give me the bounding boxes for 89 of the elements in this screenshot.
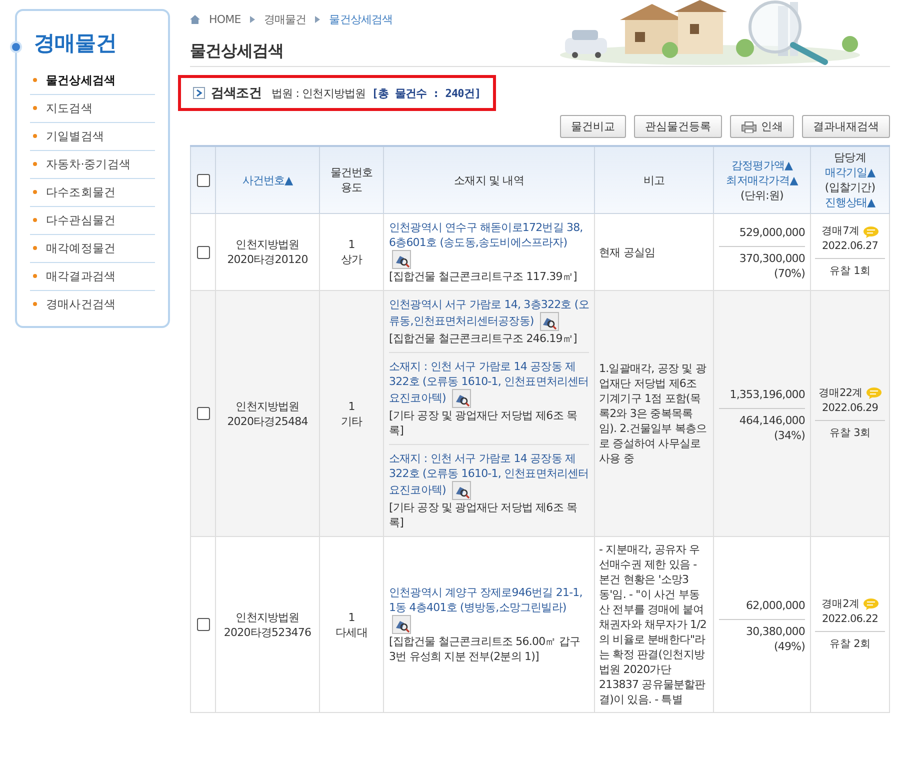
remark-text: 1.일괄매각, 공장 및 광업재단 저당법 제6조 기계기구 1점 포함(목록2와 3은 중복목록임). 2.건물일부 복층으로 증설하여 사무실로 사용 중: [599, 361, 708, 466]
case-number: 2020타경523476: [222, 624, 312, 640]
sidebar-item[interactable]: 경매사건검색: [30, 291, 155, 318]
row-checkbox[interactable]: [196, 407, 210, 420]
appraisal-price: 529,000,000: [719, 219, 805, 247]
address-link[interactable]: 소재지 : 인천 서구 가람로 14 공장동 제322호 (오류동 1610-1, 인천표면처리센터요진코아텍): [389, 359, 589, 408]
usage-type: 상가: [340, 252, 364, 267]
map-search-icon[interactable]: [540, 312, 559, 331]
total-count: [총 물건수 : 240건]: [372, 86, 481, 100]
progress-status: 유찰 3회: [828, 426, 872, 440]
appraisal-price: 1,353,196,000: [719, 380, 805, 408]
page-title: 물건상세검색: [190, 41, 285, 62]
usage-type: 기타: [340, 414, 364, 428]
condition-label: 검색조건: [211, 85, 262, 102]
row-checkbox[interactable]: [196, 618, 210, 632]
sidebar-item[interactable]: 다수조회물건: [30, 179, 155, 207]
map-search-icon[interactable]: [452, 389, 471, 408]
court-name: 인천지방법원: [234, 398, 300, 414]
price-ratio: (34%): [772, 428, 805, 442]
toolbar-button[interactable]: 인쇄: [730, 115, 794, 138]
map-search-icon[interactable]: [392, 615, 411, 634]
case-number: 2020타경25484: [226, 414, 309, 428]
minimum-price: 30,380,000: [745, 624, 805, 638]
sortable-header[interactable]: 최저매각가격▲: [716, 172, 808, 188]
sidebar-item[interactable]: 기일별검색: [30, 123, 155, 151]
building-detail: [집합건물 철근콘크리트구조 246.19㎡]: [389, 331, 578, 346]
column-header: 비고: [642, 172, 666, 188]
building-detail: [기타 공장 및 광업재단 저당법 제6조 목록]: [389, 500, 578, 530]
sidebar-item[interactable]: 물건상세검색: [30, 67, 155, 95]
address-link[interactable]: 인천광역시 계양구 장제로946번길 21-1, 1동 4층401호 (병방동,소망그린빌라): [389, 585, 589, 634]
home-icon: [190, 15, 200, 24]
toolbar-button[interactable]: 결과내재검색: [802, 115, 890, 138]
map-search-icon[interactable]: [452, 481, 471, 500]
minimum-price: 370,300,000: [738, 251, 805, 266]
bullet-icon: [10, 41, 22, 53]
appraisal-price: 62,000,000: [719, 592, 805, 620]
sidebar-title: 경매물건: [34, 30, 116, 57]
price-ratio: (49%): [772, 638, 805, 654]
item-number: 1: [347, 610, 356, 624]
building-detail: [집합건물 철근콘크리트조 56.00㎡ 갑구 3번 유성희 지분 전부(2분의 1)]: [389, 634, 582, 664]
column-header: 소재지 및 내역: [453, 172, 525, 188]
sidebar-item[interactable]: 매각결과검색: [30, 263, 155, 291]
sortable-header[interactable]: 진행상태▲: [813, 195, 887, 210]
column-header: (입찰기간): [824, 180, 876, 195]
case-number: 2020타경20120: [226, 252, 309, 267]
minimum-price: 464,146,000: [738, 412, 805, 428]
address-link[interactable]: 인천광역시 연수구 해돋이로172번길 38, 6층601호 (송도동,송도비에스프라자): [389, 220, 589, 269]
remark-text: 현재 공실임: [599, 244, 656, 260]
court-name: 인천지방법원: [234, 237, 300, 252]
item-number: 1: [347, 398, 356, 414]
progress-status: 유찰 1회: [828, 264, 872, 279]
remark-text: - 지분매각, 공유자 우선매수권 제한 있음 - 본건 현황은 '소망3동'임. - "이 사건 부동산 전부를 경매에 붙여 채권자와 채무자가 1/2의 비율로 분배한다"라는 확정 판결(인천지방법원 2020가단213837 공유물분할판결)이 있음. - 특별: [599, 542, 708, 707]
sale-date: 2022.06.29: [820, 400, 880, 416]
price-ratio: (70%): [772, 266, 805, 281]
map-search-icon[interactable]: [392, 250, 411, 269]
printer-icon: [741, 120, 757, 132]
breadcrumb-link[interactable]: HOME: [209, 13, 241, 26]
breadcrumb-link[interactable]: 경매물건: [264, 12, 306, 27]
address-link[interactable]: 인천광역시 서구 가람로 14, 3층322호 (오류동,인천표면처리센터공장동): [389, 297, 589, 331]
chevron-icon: [315, 16, 320, 23]
column-header: 담당계: [833, 150, 867, 165]
item-number: 1: [347, 237, 356, 252]
department-name: 경매7계: [821, 224, 860, 239]
address-link[interactable]: 소재지 : 인천 서구 가람로 14 공장동 제322호 (오류동 1610-1, 인천표면처리센터요진코아텍): [389, 451, 589, 500]
sale-date: 2022.06.22: [820, 612, 880, 626]
sidebar-item[interactable]: 자동차·중기검색: [30, 151, 155, 179]
department-name: 경매2계: [821, 596, 860, 612]
court-filter: 법원 : 인천지방법원: [271, 86, 366, 100]
toolbar-button[interactable]: 관심물건등록: [634, 115, 722, 138]
sortable-header[interactable]: 매각기일▲: [813, 165, 887, 180]
column-header: 용도: [340, 180, 364, 195]
sortable-header[interactable]: 감정평가액▲: [716, 158, 808, 172]
toolbar-button[interactable]: 물건비교: [560, 115, 626, 138]
breadcrumb-link[interactable]: 물건상세검색: [329, 12, 393, 27]
department-name: 경매22계: [818, 386, 863, 400]
row-checkbox[interactable]: [196, 246, 210, 259]
progress-status: 유찰 2회: [828, 636, 872, 652]
sale-date: 2022.06.27: [820, 239, 880, 254]
sidebar-item[interactable]: 매각예정물건: [30, 235, 155, 263]
column-header: (단위:원): [740, 188, 784, 202]
court-name: 인천지방법원: [234, 610, 300, 624]
sidebar-item[interactable]: 지도검색: [30, 95, 155, 123]
usage-type: 다세대: [334, 624, 368, 640]
sidebar-item[interactable]: 다수관심물건: [30, 207, 155, 235]
chevron-icon: [250, 16, 255, 23]
building-detail: [기타 공장 및 광업재단 저당법 제6조 목록]: [389, 408, 578, 438]
select-all-checkbox[interactable]: [196, 174, 210, 187]
building-detail: [집합건물 철근콘크리트구조 117.39㎡]: [389, 269, 578, 284]
column-header: 물건번호: [329, 165, 374, 180]
